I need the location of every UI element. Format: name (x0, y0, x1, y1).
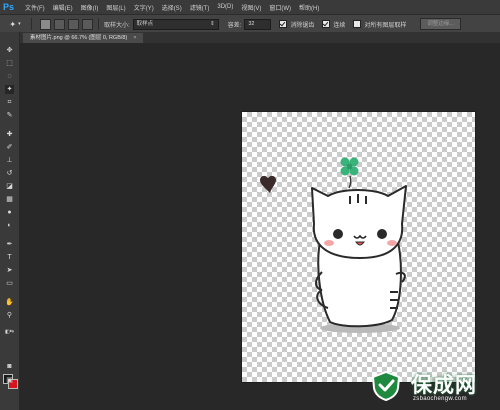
blur-tool-icon[interactable]: ● (5, 208, 14, 217)
refine-edge-button[interactable]: 调整边缘... (420, 18, 461, 30)
watermark-title: 保成网 (411, 373, 477, 397)
healing-brush-tool-icon[interactable]: ✚ (5, 130, 14, 139)
tools-panel: ✥ ⬚ ◌ ✦ ⌗ ✎ ✚ ✐ ⊥ ↺ ◪ ▦ ● ◐ ✒ T ➤ ▭ ✋ ⚲ … (0, 32, 20, 410)
close-icon[interactable]: × (133, 35, 136, 41)
menu-window[interactable]: 窗口(W) (269, 3, 291, 12)
watermark-url: zsbaochengw.com (413, 396, 467, 402)
document-tab-bar: 素材图片.png @ 66.7% (图层 0, RGB/8) × (20, 32, 500, 43)
antialias-checkbox[interactable] (279, 20, 288, 28)
menu-bar: Ps 文件(F) 编辑(E) 图像(I) 图层(L) 文字(Y) 选择(S) 滤… (0, 0, 500, 14)
hand-tool-icon[interactable]: ✋ (5, 298, 14, 307)
cat-figure (311, 185, 407, 328)
contiguous-label: 连续 (333, 22, 346, 29)
watermark: 保成网 zsbaochengw.com (365, 366, 500, 410)
updown-icon: ⇕ (210, 20, 215, 27)
magic-wand-icon: ✦ (9, 19, 17, 29)
menu-type[interactable]: 文字(Y) (134, 3, 154, 12)
add-to-selection-button[interactable] (54, 18, 65, 30)
eyedropper-tool-icon[interactable]: ✎ (5, 111, 14, 120)
menu-select[interactable]: 选择(S) (162, 3, 182, 12)
sample-size-select[interactable]: 取样点 ⇕ (132, 18, 219, 30)
screen-mode-icon[interactable]: ▣ (5, 376, 14, 385)
divider (98, 18, 99, 30)
document-tab[interactable]: 素材图片.png @ 66.7% (图层 0, RGB/8) × (23, 33, 143, 43)
tolerance-label: 容差: (227, 22, 242, 29)
clover-icon (340, 157, 359, 189)
intersect-selection-button[interactable] (82, 18, 93, 30)
shape-tool-icon[interactable]: ▭ (5, 279, 14, 288)
pen-tool-icon[interactable]: ✒ (5, 240, 14, 249)
tolerance-input[interactable]: 32 (244, 18, 272, 30)
cat-artwork (260, 157, 407, 333)
menu-help[interactable]: 帮助(H) (299, 3, 319, 12)
lasso-tool-icon[interactable]: ◌ (5, 72, 14, 81)
sample-size-label: 取样大小: (104, 22, 130, 29)
heart-icon (260, 175, 276, 193)
default-colors-icon[interactable]: ◧⇆ (5, 328, 14, 337)
antialias-label: 消除锯齿 (290, 22, 315, 29)
marquee-tool-icon[interactable]: ⬚ (5, 59, 14, 68)
history-brush-tool-icon[interactable]: ↺ (5, 169, 14, 178)
dodge-tool-icon[interactable]: ◐ (5, 221, 14, 230)
eraser-tool-icon[interactable]: ◪ (5, 182, 14, 191)
magic-wand-tool-icon[interactable]: ✦ (5, 85, 14, 94)
divider (31, 18, 32, 30)
contiguous-checkbox[interactable] (322, 20, 331, 28)
menu-filter[interactable]: 滤镜(T) (190, 3, 210, 12)
document-canvas[interactable] (242, 112, 475, 382)
clone-stamp-tool-icon[interactable]: ⊥ (5, 156, 14, 165)
new-selection-button[interactable] (40, 18, 51, 30)
sample-all-layers-label: 对所有图层取样 (364, 22, 407, 29)
menu-edit[interactable]: 编辑(E) (53, 3, 73, 12)
sample-all-layers-checkbox[interactable] (353, 20, 362, 28)
quick-mask-icon[interactable]: ◙ (5, 362, 14, 371)
menu-view[interactable]: 视图(V) (241, 3, 261, 12)
brush-tool-icon[interactable]: ✐ (5, 143, 14, 152)
tool-preset-picker[interactable]: ✦ ▾ (4, 18, 26, 30)
photoshop-logo: Ps (3, 2, 15, 12)
sample-size-value: 取样点 (136, 20, 154, 27)
chevron-down-icon: ▾ (18, 21, 21, 27)
move-tool-icon[interactable]: ✥ (5, 46, 14, 55)
subtract-from-selection-button[interactable] (68, 18, 79, 30)
gradient-tool-icon[interactable]: ▦ (5, 195, 14, 204)
options-bar: ✦ ▾ 取样大小: 取样点 ⇕ 容差: 32 消除锯齿 连续 对所有图层取样 调整… (0, 14, 500, 34)
shield-icon (371, 371, 401, 401)
path-selection-tool-icon[interactable]: ➤ (5, 266, 14, 275)
document-tab-title: 素材图片.png @ 66.7% (图层 0, RGB/8) (30, 35, 128, 41)
menu-3d[interactable]: 3D(D) (217, 4, 233, 10)
zoom-tool-icon[interactable]: ⚲ (5, 311, 14, 320)
menu-image[interactable]: 图像(I) (81, 3, 99, 12)
menu-layer[interactable]: 图层(L) (106, 3, 125, 12)
type-tool-icon[interactable]: T (5, 253, 14, 262)
crop-tool-icon[interactable]: ⌗ (5, 98, 14, 107)
menu-file[interactable]: 文件(F) (25, 3, 45, 12)
